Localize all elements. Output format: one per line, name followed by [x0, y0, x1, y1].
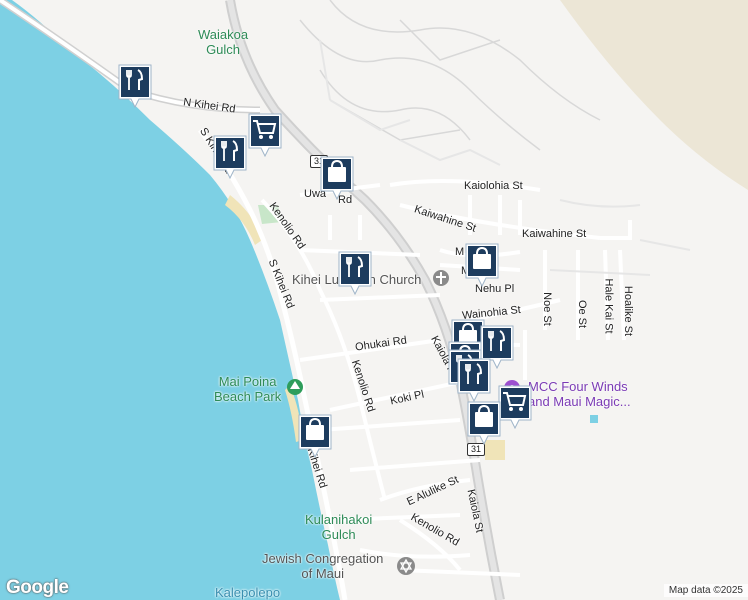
map-marker-shopping[interactable]: [466, 400, 502, 446]
map-marker-shopping[interactable]: [319, 155, 355, 201]
fork-knife-icon: [338, 251, 372, 296]
map-marker-restaurant[interactable]: [117, 63, 153, 109]
google-logo: Google: [6, 577, 69, 598]
map-marker-restaurant[interactable]: [337, 250, 373, 296]
shopping-bag-icon: [320, 156, 354, 201]
map-marker-grocery[interactable]: [247, 112, 283, 158]
map-attribution[interactable]: Map data ©2025: [663, 584, 748, 597]
map-marker-shopping[interactable]: [297, 413, 333, 459]
shopping-bag-icon: [467, 401, 501, 446]
map-marker-restaurant[interactable]: [212, 134, 248, 180]
fork-knife-icon: [213, 135, 247, 180]
shopping-bag-icon: [298, 414, 332, 459]
map-marker-shopping[interactable]: [464, 242, 500, 288]
map-marker-restaurant[interactable]: [456, 357, 492, 403]
map-canvas[interactable]: [0, 0, 748, 600]
shopping-bag-icon: [465, 243, 499, 288]
map-marker-grocery[interactable]: [497, 384, 533, 430]
fork-knife-icon: [457, 358, 491, 403]
shopping-cart-icon: [248, 113, 282, 158]
shopping-cart-icon: [498, 385, 532, 430]
fork-knife-icon: [118, 64, 152, 109]
